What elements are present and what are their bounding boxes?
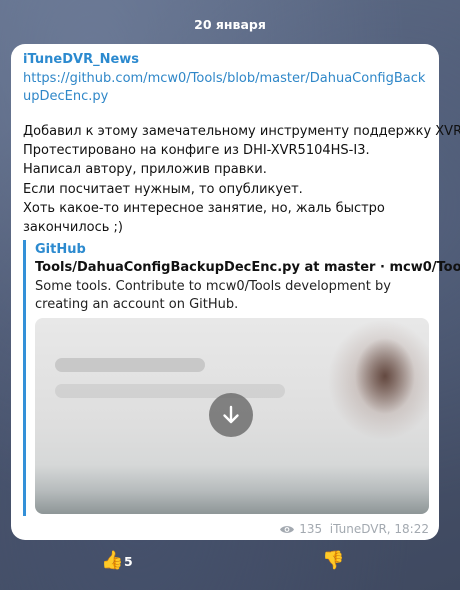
message-line: закончилось ;)	[23, 220, 123, 236]
preview-title: Tools/DahuaConfigBackupDecEnc.py at mast…	[35, 260, 460, 275]
date-label: 20 января	[194, 17, 266, 32]
thumbs-up-count: 5	[124, 554, 133, 569]
preview-site-name: GitHub	[35, 242, 86, 257]
message-line: Написал автору, приложив правки.	[23, 162, 267, 178]
thumbs-down-icon[interactable]: 👎	[322, 550, 344, 571]
blurred-text	[55, 384, 285, 398]
blurred-text	[55, 358, 205, 372]
preview-description: Some tools. Contribute to mcw0/Tools dev…	[35, 279, 391, 312]
date-separator: 20 января	[0, 14, 460, 34]
author-time: iTuneDVR, 18:22	[329, 522, 429, 536]
preview-image[interactable]	[35, 318, 429, 514]
eye-icon	[280, 526, 295, 533]
message-link[interactable]: https://github.com/mcw0/Tools/blob/maste…	[23, 70, 433, 106]
message-meta: 135 iTuneDVR, 18:22	[279, 522, 429, 536]
message-line: Протестировано на конфиге из DHI-XVR5104…	[23, 143, 370, 159]
message-line: Если посчитает нужным, то опубликует.	[23, 181, 303, 197]
view-count: 135	[299, 522, 323, 536]
thumbs-up-icon[interactable]: 👍	[101, 550, 123, 571]
message-line: Добавил к этому замечательному инструмен…	[23, 124, 460, 139]
message-line: Хоть какое-то интересное занятие, но, жа…	[23, 200, 385, 216]
channel-name[interactable]: iTuneDVR_News	[23, 52, 139, 67]
link-preview[interactable]: GitHub Tools/DahuaConfigBackupDecEnc.py …	[23, 240, 460, 516]
reaction-bar: 👍 5 👎	[0, 550, 460, 576]
message-bubble: iTuneDVR_News https://github.com/mcw0/To…	[11, 44, 460, 540]
message-text: Добавил к этому замечательному инструмен…	[23, 122, 460, 237]
download-button[interactable]	[209, 393, 253, 437]
arrow-down-icon	[223, 405, 239, 424]
